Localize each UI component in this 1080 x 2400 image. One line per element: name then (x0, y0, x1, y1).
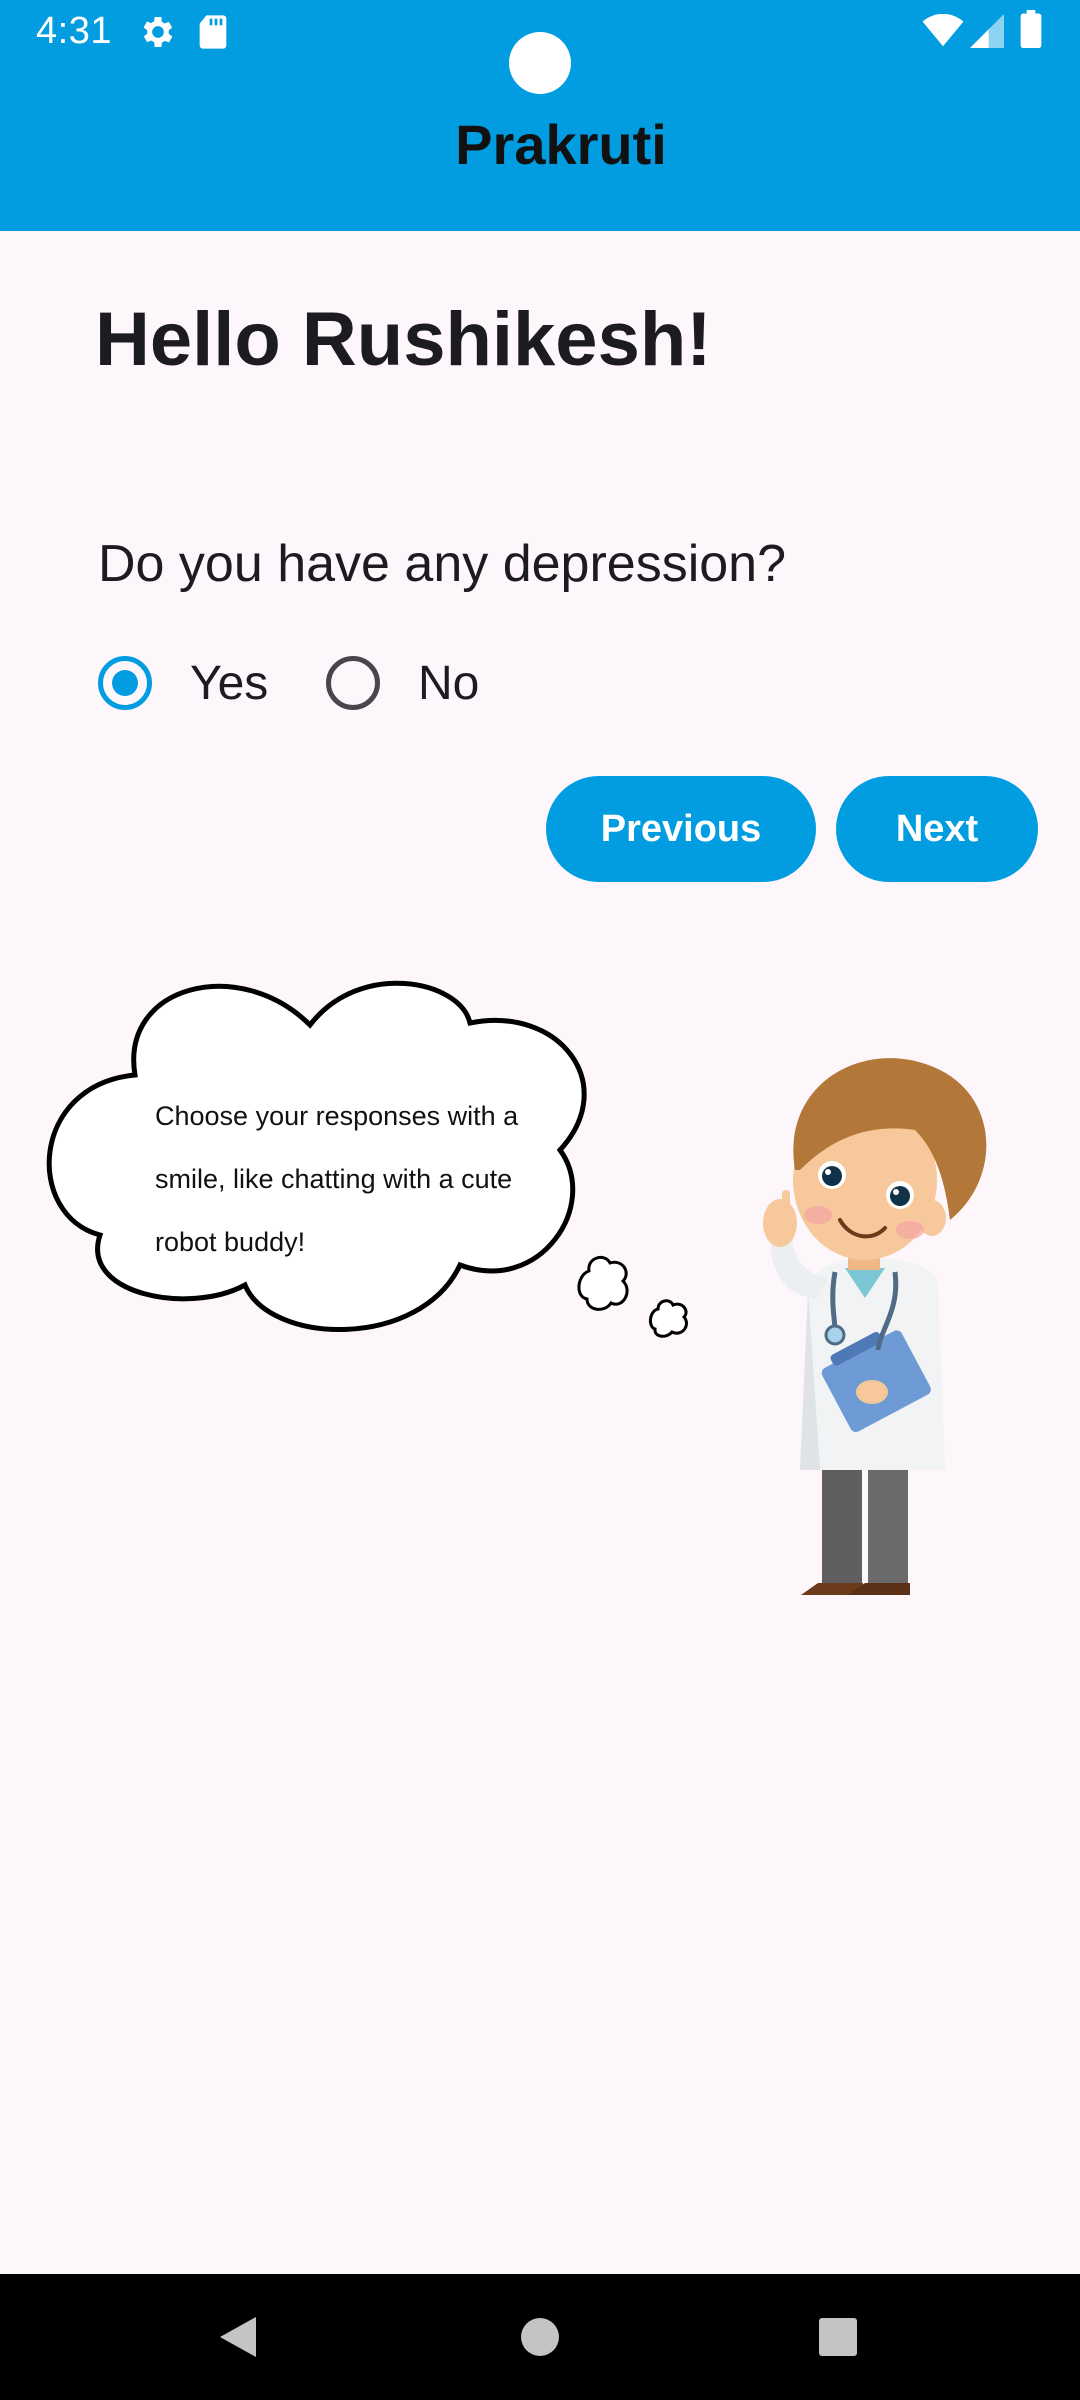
back-icon[interactable] (218, 2315, 258, 2364)
question-text: Do you have any depression? (98, 535, 787, 593)
next-button[interactable]: Next (836, 776, 1038, 882)
greeting-heading: Hello Rushikesh! (95, 297, 712, 382)
bubble-line-2: smile, like chatting with a cute (155, 1164, 513, 1194)
sd-card-icon (196, 12, 230, 57)
app-bar: 4:31 Prakruti (0, 0, 1080, 231)
app-title: Prakruti (455, 113, 667, 176)
thought-dot-large (577, 1255, 629, 1311)
doctor-illustration (763, 1058, 987, 1595)
previous-button[interactable]: Previous (546, 776, 816, 882)
radio-label-yes: Yes (190, 656, 269, 710)
camera-cutout (509, 32, 571, 94)
radio-button-checked[interactable] (98, 656, 152, 710)
radio-option-no[interactable]: No (326, 655, 479, 711)
signal-icon (970, 14, 1004, 53)
bubble-text: Choose your responses with a smile, like… (155, 1085, 555, 1274)
status-time: 4:31 (36, 10, 112, 52)
radio-option-yes[interactable]: Yes (98, 655, 268, 711)
thought-dot-small (649, 1299, 688, 1338)
radio-label-no: No (418, 656, 480, 710)
system-nav-bar (0, 2274, 1080, 2400)
recents-icon[interactable] (818, 2317, 858, 2362)
bubble-line-3: robot buddy! (155, 1227, 306, 1257)
radio-button-unchecked[interactable] (326, 656, 380, 710)
home-icon[interactable] (520, 2317, 560, 2362)
battery-icon (1020, 10, 1042, 53)
gear-icon (138, 12, 178, 57)
wifi-icon (922, 13, 964, 53)
bubble-line-1: Choose your responses with a (155, 1101, 519, 1131)
